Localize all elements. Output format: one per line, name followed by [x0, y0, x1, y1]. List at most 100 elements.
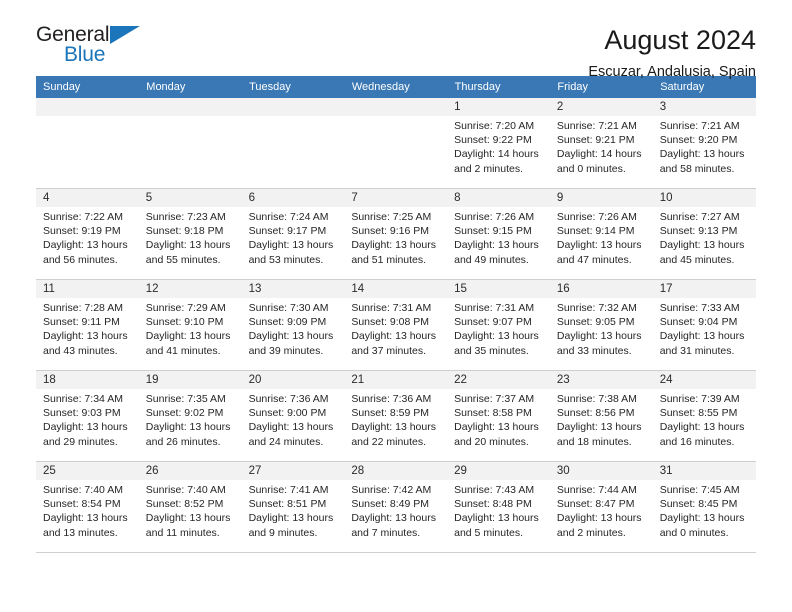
sunrise-time: Sunrise: 7:41 AM [248, 484, 329, 496]
daylight-duration-line1: Daylight: 13 hours [454, 421, 539, 434]
sun-times: Sunrise: 7:21 AM Sunset: 9:21 PM Daylight:… [550, 116, 653, 176]
day-number: 24 [652, 371, 756, 389]
day-number: 20 [241, 371, 345, 389]
daylight-duration-line2: and 11 minutes. [145, 526, 220, 539]
day-number: 25 [36, 462, 139, 480]
day-number: 26 [138, 462, 242, 480]
sunset-time: Sunset: 9:11 PM [43, 316, 120, 329]
sun-times: Sunrise: 7:40 AM Sunset: 8:52 PM Daylight:… [139, 480, 242, 540]
day-number: 18 [36, 371, 139, 389]
sun-times: Sunrise: 7:31 AM Sunset: 9:08 PM Daylight:… [344, 298, 447, 358]
day-number [36, 98, 139, 116]
page-header: General Blue August 2024 Escuzar, Andalu… [36, 0, 756, 80]
calendar-day-cell[interactable]: 8 Sunrise: 7:26 AM Sunset: 9:15 PM Daylight… [447, 188, 550, 280]
sunset-time: Sunset: 8:52 PM [145, 498, 224, 511]
calendar-day-cell[interactable]: 25 Sunrise: 7:40 AM Sunset: 8:54 PM Dayligh… [36, 461, 139, 553]
calendar-day-cell[interactable]: 16 Sunrise: 7:32 AM Sunset: 9:05 PM Dayligh… [549, 279, 653, 371]
calendar-day-cell[interactable]: 26 Sunrise: 7:40 AM Sunset: 8:52 PM Dayligh… [138, 461, 242, 553]
sun-times: Sunrise: 7:39 AM Sunset: 8:55 PM Daylight:… [653, 389, 756, 449]
daylight-duration-line1: Daylight: 13 hours [43, 330, 128, 343]
sunset-time: Sunset: 8:54 PM [43, 498, 121, 511]
daylight-duration-line1: Daylight: 13 hours [248, 512, 334, 525]
daylight-duration-line2: and 5 minutes. [454, 526, 524, 539]
daylight-duration-line1: Daylight: 13 hours [145, 239, 231, 252]
calendar-day-cell[interactable]: 21 Sunrise: 7:36 AM Sunset: 8:59 PM Dayligh… [344, 370, 448, 462]
daylight-duration-line2: and 18 minutes. [556, 435, 632, 448]
daylight-duration-line2: and 22 minutes. [351, 435, 427, 448]
calendar-day-cell[interactable]: 3 Sunrise: 7:21 AM Sunset: 9:20 PM Daylight… [652, 98, 756, 189]
calendar-day-cell[interactable]: 30 Sunrise: 7:44 AM Sunset: 8:47 PM Dayligh… [549, 461, 653, 553]
sun-times: Sunrise: 7:24 AM Sunset: 9:17 PM Daylight:… [242, 207, 345, 267]
daylight-duration-line1: Daylight: 13 hours [145, 330, 231, 343]
calendar-day-cell[interactable]: 2 Sunrise: 7:21 AM Sunset: 9:21 PM Daylight… [549, 98, 653, 189]
calendar-day-cell[interactable]: 18 Sunrise: 7:34 AM Sunset: 9:03 PM Dayligh… [36, 370, 139, 462]
calendar-day-cell[interactable]: 24 Sunrise: 7:39 AM Sunset: 8:55 PM Dayligh… [652, 370, 756, 462]
generalblue-logo: General Blue [36, 24, 146, 70]
calendar-day-cell[interactable]: 23 Sunrise: 7:38 AM Sunset: 8:56 PM Dayligh… [549, 370, 653, 462]
sunrise-time: Sunrise: 7:26 AM [454, 211, 535, 223]
sunrise-time: Sunrise: 7:20 AM [454, 120, 535, 132]
sunset-time: Sunset: 8:49 PM [351, 498, 429, 511]
calendar-day-cell[interactable]: 12 Sunrise: 7:29 AM Sunset: 9:10 PM Dayligh… [138, 279, 242, 371]
daylight-duration-line2: and 29 minutes. [43, 435, 118, 448]
sun-times: Sunrise: 7:34 AM Sunset: 9:03 PM Daylight:… [36, 389, 139, 449]
sunrise-time: Sunrise: 7:44 AM [556, 484, 637, 496]
calendar-cell-empty [138, 98, 242, 189]
sun-times: Sunrise: 7:41 AM Sunset: 8:51 PM Daylight:… [242, 480, 345, 540]
sunset-time: Sunset: 9:20 PM [659, 134, 738, 147]
sun-times: Sunrise: 7:27 AM Sunset: 9:13 PM Daylight:… [653, 207, 756, 267]
title-block: August 2024 Escuzar, Andalusia, Spain [588, 24, 756, 81]
daylight-duration-line2: and 56 minutes. [43, 253, 118, 266]
sunrise-time: Sunrise: 7:24 AM [248, 211, 329, 223]
daylight-duration-line1: Daylight: 13 hours [43, 512, 128, 525]
calendar-day-cell[interactable]: 13 Sunrise: 7:30 AM Sunset: 9:09 PM Dayligh… [241, 279, 345, 371]
sunrise-time: Sunrise: 7:21 AM [556, 120, 637, 132]
calendar-day-cell[interactable]: 27 Sunrise: 7:41 AM Sunset: 8:51 PM Dayligh… [241, 461, 345, 553]
calendar-day-cell[interactable]: 5 Sunrise: 7:23 AM Sunset: 9:18 PM Daylight… [138, 188, 242, 280]
logo-text-general: General [36, 23, 110, 46]
day-number: 27 [241, 462, 345, 480]
daylight-duration-line2: and 53 minutes. [248, 253, 324, 266]
sun-times: Sunrise: 7:22 AM Sunset: 9:19 PM Daylight:… [36, 207, 139, 267]
day-number: 5 [138, 189, 242, 207]
daylight-duration-line2: and 47 minutes. [556, 253, 632, 266]
calendar-day-cell[interactable]: 7 Sunrise: 7:25 AM Sunset: 9:16 PM Daylight… [344, 188, 448, 280]
daylight-duration-line1: Daylight: 13 hours [556, 330, 642, 343]
calendar-day-cell[interactable]: 4 Sunrise: 7:22 AM Sunset: 9:19 PM Daylight… [36, 188, 139, 280]
daylight-duration-line1: Daylight: 13 hours [145, 512, 231, 525]
weekday-header-wednesday: Wednesday [344, 76, 448, 98]
calendar-day-cell[interactable]: 29 Sunrise: 7:43 AM Sunset: 8:48 PM Dayligh… [447, 461, 550, 553]
calendar-day-cell[interactable]: 11 Sunrise: 7:28 AM Sunset: 9:11 PM Dayligh… [36, 279, 139, 371]
calendar-day-cell[interactable]: 6 Sunrise: 7:24 AM Sunset: 9:17 PM Daylight… [241, 188, 345, 280]
calendar-day-cell[interactable]: 10 Sunrise: 7:27 AM Sunset: 9:13 PM Dayligh… [652, 188, 756, 280]
calendar-week-row: 18 Sunrise: 7:34 AM Sunset: 9:03 PM Dayligh… [36, 370, 756, 462]
sun-times: Sunrise: 7:45 AM Sunset: 8:45 PM Daylight:… [653, 480, 756, 540]
sunrise-time: Sunrise: 7:39 AM [659, 393, 740, 405]
day-number: 22 [447, 371, 550, 389]
calendar-day-cell[interactable]: 14 Sunrise: 7:31 AM Sunset: 9:08 PM Dayligh… [344, 279, 448, 371]
calendar-day-cell[interactable]: 19 Sunrise: 7:35 AM Sunset: 9:02 PM Dayligh… [138, 370, 242, 462]
sunset-time: Sunset: 9:19 PM [43, 225, 121, 238]
daylight-duration-line1: Daylight: 13 hours [248, 330, 334, 343]
day-number [138, 98, 242, 116]
calendar-day-cell[interactable]: 1 Sunrise: 7:20 AM Sunset: 9:22 PM Daylight… [447, 98, 550, 189]
calendar-day-cell[interactable]: 28 Sunrise: 7:42 AM Sunset: 8:49 PM Dayligh… [344, 461, 448, 553]
calendar-day-cell[interactable]: 9 Sunrise: 7:26 AM Sunset: 9:14 PM Daylight… [549, 188, 653, 280]
sunrise-time: Sunrise: 7:36 AM [248, 393, 329, 405]
calendar-day-cell[interactable]: 31 Sunrise: 7:45 AM Sunset: 8:45 PM Dayligh… [652, 461, 756, 553]
calendar-day-cell[interactable]: 22 Sunrise: 7:37 AM Sunset: 8:58 PM Dayligh… [447, 370, 550, 462]
calendar-cell-empty [36, 98, 139, 189]
calendar-day-cell[interactable]: 15 Sunrise: 7:31 AM Sunset: 9:07 PM Dayligh… [447, 279, 550, 371]
daylight-duration-line2: and 31 minutes. [659, 344, 735, 357]
day-number: 14 [344, 280, 448, 298]
daylight-duration-line1: Daylight: 13 hours [43, 239, 128, 252]
daylight-duration-line2: and 2 minutes. [556, 526, 626, 539]
sun-times: Sunrise: 7:32 AM Sunset: 9:05 PM Daylight:… [550, 298, 653, 358]
sunrise-time: Sunrise: 7:40 AM [43, 484, 123, 496]
sunrise-time: Sunrise: 7:36 AM [351, 393, 432, 405]
calendar-day-cell[interactable]: 17 Sunrise: 7:33 AM Sunset: 9:04 PM Dayligh… [652, 279, 756, 371]
sunrise-time: Sunrise: 7:45 AM [659, 484, 740, 496]
sunset-time: Sunset: 9:00 PM [248, 407, 327, 420]
calendar-day-cell[interactable]: 20 Sunrise: 7:36 AM Sunset: 9:00 PM Dayligh… [241, 370, 345, 462]
day-number: 17 [652, 280, 756, 298]
